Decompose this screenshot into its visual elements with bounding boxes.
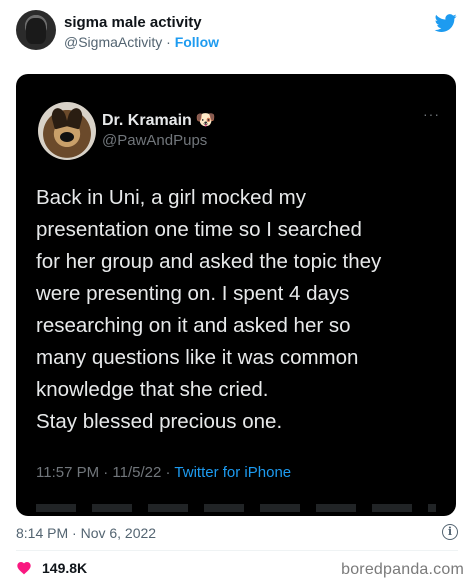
dog-emoji: 🐶	[195, 112, 216, 129]
embedded-source: Twitter for iPhone	[174, 464, 292, 481]
avatar	[38, 102, 96, 160]
watermark: boredpanda.com	[341, 561, 464, 578]
tweet-text-line: Stay blessed precious one.	[36, 410, 283, 433]
cropped-stats-row	[36, 504, 436, 512]
dog-snout	[60, 132, 74, 142]
avatar[interactable]	[16, 10, 56, 50]
heart-icon	[17, 562, 31, 575]
like-count: 149.8K	[42, 560, 88, 576]
handle[interactable]: @SigmaActivity	[64, 34, 162, 50]
like-button[interactable]: 149.8K	[16, 558, 87, 578]
tweet-text-line: knowledge that she cried.	[36, 378, 269, 401]
follow-button[interactable]: Follow	[175, 34, 219, 50]
embedded-name-text: Dr. Kramain	[102, 112, 192, 129]
embedded-timestamp: 11:57 PM · 11/5/22 · Twitter for iPhone	[36, 464, 291, 481]
more-icon: ···	[423, 106, 440, 122]
divider	[16, 550, 458, 551]
twitter-bird-icon[interactable]	[434, 12, 458, 34]
tweet-text-line: many questions like it was common	[36, 346, 359, 369]
tweet-timestamp[interactable]: 8:14 PM · Nov 6, 2022	[16, 525, 156, 541]
tweet-text-line: presentation one time so I searched	[36, 218, 362, 241]
tweet-header: sigma male activity @SigmaActivity · Fol…	[0, 0, 474, 68]
handle-row: @SigmaActivity · Follow	[64, 34, 219, 50]
display-name[interactable]: sigma male activity	[64, 14, 202, 31]
embedded-tweet-image[interactable]: Dr. Kramain 🐶 @PawAndPups ··· Back in Uni…	[16, 74, 456, 516]
embedded-time: 11:57 PM · 11/5/22 ·	[36, 464, 175, 481]
dog-ear	[65, 106, 85, 130]
embedded-display-name: Dr. Kramain 🐶	[102, 110, 216, 130]
tweet-text-line: were presenting on. I spent 4 days	[36, 282, 350, 305]
tweet-text: Back in Uni, a girl mocked my presentati…	[36, 182, 446, 438]
separator: ·	[162, 34, 175, 50]
tweet-text-line: researching on it and asked her so	[36, 314, 351, 337]
embedded-handle: @PawAndPups	[102, 132, 208, 149]
tweet-text-line: Back in Uni, a girl mocked my	[36, 186, 307, 209]
info-icon[interactable]: i	[442, 524, 458, 540]
tweet-text-line: for her group and asked the topic they	[36, 250, 382, 273]
